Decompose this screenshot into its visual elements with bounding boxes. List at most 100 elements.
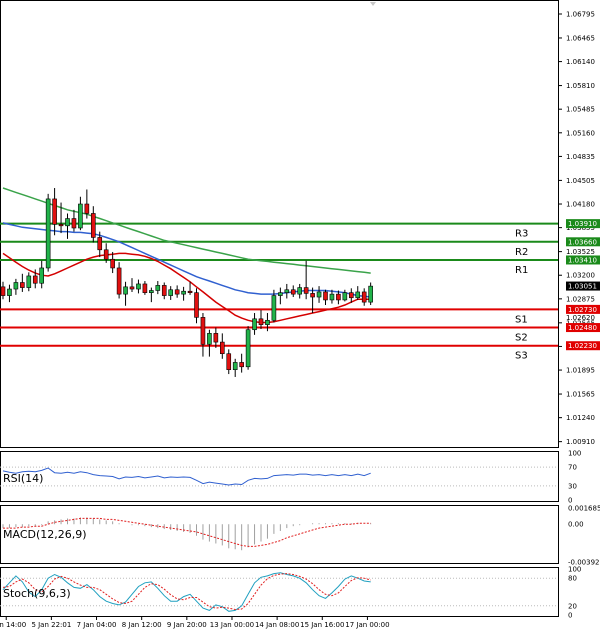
price-tick-label: 1.01240	[566, 414, 595, 422]
candle-body	[45, 198, 51, 269]
candle-body	[161, 285, 167, 296]
time-tick-label: 14 Jan 08:00	[255, 621, 299, 629]
time-tick-label: 15 Jan 16:00	[300, 621, 344, 629]
candle-body	[187, 290, 193, 293]
stoch-tick-label: 0	[568, 612, 572, 620]
price-tick-label: 1.05160	[566, 129, 595, 137]
candle-body	[7, 288, 12, 296]
macd-tick-label: 0.00	[568, 521, 584, 529]
price-tick-label: 1.03525	[566, 248, 595, 256]
candle-body	[103, 249, 109, 260]
candle-body	[310, 293, 315, 298]
candle-body	[13, 282, 19, 290]
rsi-title: RSI(14)	[3, 472, 43, 485]
price-tick-label: 1.04835	[566, 153, 595, 161]
candle-body	[97, 237, 103, 251]
candle	[245, 326, 251, 370]
price-tick-label: 1.06465	[566, 34, 595, 42]
candle-body	[149, 290, 154, 293]
candle-body	[278, 292, 283, 296]
level-tag-value: 1.03660	[568, 238, 597, 246]
price-tick-label: 1.06795	[566, 10, 595, 18]
candle-body	[20, 282, 25, 288]
rsi-tick-label: 0	[568, 497, 572, 505]
candle-body	[265, 319, 270, 325]
price-tick-label: 1.05485	[566, 106, 595, 114]
candle-body	[123, 286, 128, 295]
level-label-s2: S2	[515, 333, 528, 344]
candle-body	[220, 341, 225, 355]
stoch-panel	[0, 567, 559, 617]
time-tick-label: 4 Jan 14:00	[0, 621, 26, 629]
candle-body	[116, 267, 122, 295]
current-price-value: 1.03051	[568, 283, 597, 291]
candle-body	[290, 289, 296, 295]
candle-body	[336, 293, 341, 301]
price-tick-label: 1.05810	[566, 82, 595, 90]
candle-body	[284, 289, 290, 293]
stoch-tick-label: 80	[568, 575, 577, 583]
time-tick-label: 9 Jan 20:00	[167, 621, 207, 629]
rsi-tick-label: 70	[568, 464, 577, 472]
rsi-panel	[0, 451, 559, 502]
candle-body	[252, 318, 257, 331]
time-tick-label: 5 Jan 22:01	[31, 621, 71, 629]
candle-body	[39, 267, 45, 284]
macd-title: MACD(12,26,9)	[3, 528, 87, 541]
time-tick-label: 13 Jan 00:00	[210, 621, 254, 629]
candle-body	[303, 287, 309, 294]
rsi-tick-label: 30	[568, 482, 577, 490]
time-tick-label: 17 Jan 00:00	[345, 621, 389, 629]
price-tick-label: 1.04505	[566, 177, 595, 185]
level-tag-value: 1.03410	[568, 256, 597, 264]
rsi-tick-label: 100	[568, 450, 581, 458]
price-tick-label: 1.00910	[566, 438, 595, 446]
price-tick-label: 1.06140	[566, 58, 595, 66]
candle-body	[207, 333, 212, 345]
candle-body	[84, 203, 90, 214]
candle-body	[297, 287, 303, 295]
level-tag-value: 1.03910	[568, 220, 597, 228]
candle-body	[342, 292, 348, 301]
candle	[368, 282, 373, 306]
candle-body	[232, 362, 238, 370]
price-tick-label: 1.02620	[566, 314, 595, 322]
candle-body	[52, 198, 57, 225]
level-label-r3: R3	[515, 229, 528, 240]
candle-body	[323, 291, 328, 301]
candle-body	[213, 333, 219, 343]
candle-body	[226, 353, 232, 370]
candle-body	[136, 283, 141, 290]
candle-body	[258, 318, 264, 325]
level-label-r2: R2	[515, 247, 528, 258]
candle-body	[245, 329, 251, 368]
candle-body	[194, 292, 199, 318]
candle-body	[329, 293, 335, 301]
candle-body	[91, 213, 96, 238]
candle-body	[361, 291, 367, 303]
candle-body	[168, 289, 173, 296]
stoch-tick-label: 100	[568, 566, 581, 574]
candle-body	[65, 218, 70, 227]
candle-body	[32, 275, 38, 284]
candle-body	[26, 275, 32, 288]
current-price-tag: 1.03051	[566, 281, 600, 291]
candle-body	[110, 258, 115, 269]
macd-tick-label: 0.001685	[568, 505, 600, 513]
level-label-r1: R1	[515, 265, 528, 276]
candle-body	[78, 203, 83, 229]
level-tag-value: 1.02230	[568, 342, 597, 350]
price-axis: 1.06795 1.06465 1.06140 1.05810 1.05485 1.051…	[558, 10, 595, 446]
price-tick-label: 1.03200	[566, 272, 595, 280]
candle-body	[316, 291, 322, 298]
price-tick-label: 1.02875	[566, 295, 595, 303]
candle-body	[142, 283, 148, 293]
chart[interactable]: 1.06795 1.06465 1.06140 1.05810 1.05485 1.051…	[0, 0, 600, 632]
price-tick-label: 1.01565	[566, 391, 595, 399]
price-tick-label: 1.01895	[566, 367, 595, 375]
candle-body	[348, 292, 354, 299]
candle-body	[239, 362, 244, 368]
time-axis: 4 Jan 14:00 5 Jan 22:01 7 Jan 04:00 8 Jan 1…	[0, 617, 390, 629]
stoch-title: Stoch(9,6,3)	[3, 587, 71, 600]
candle-body	[368, 285, 373, 303]
